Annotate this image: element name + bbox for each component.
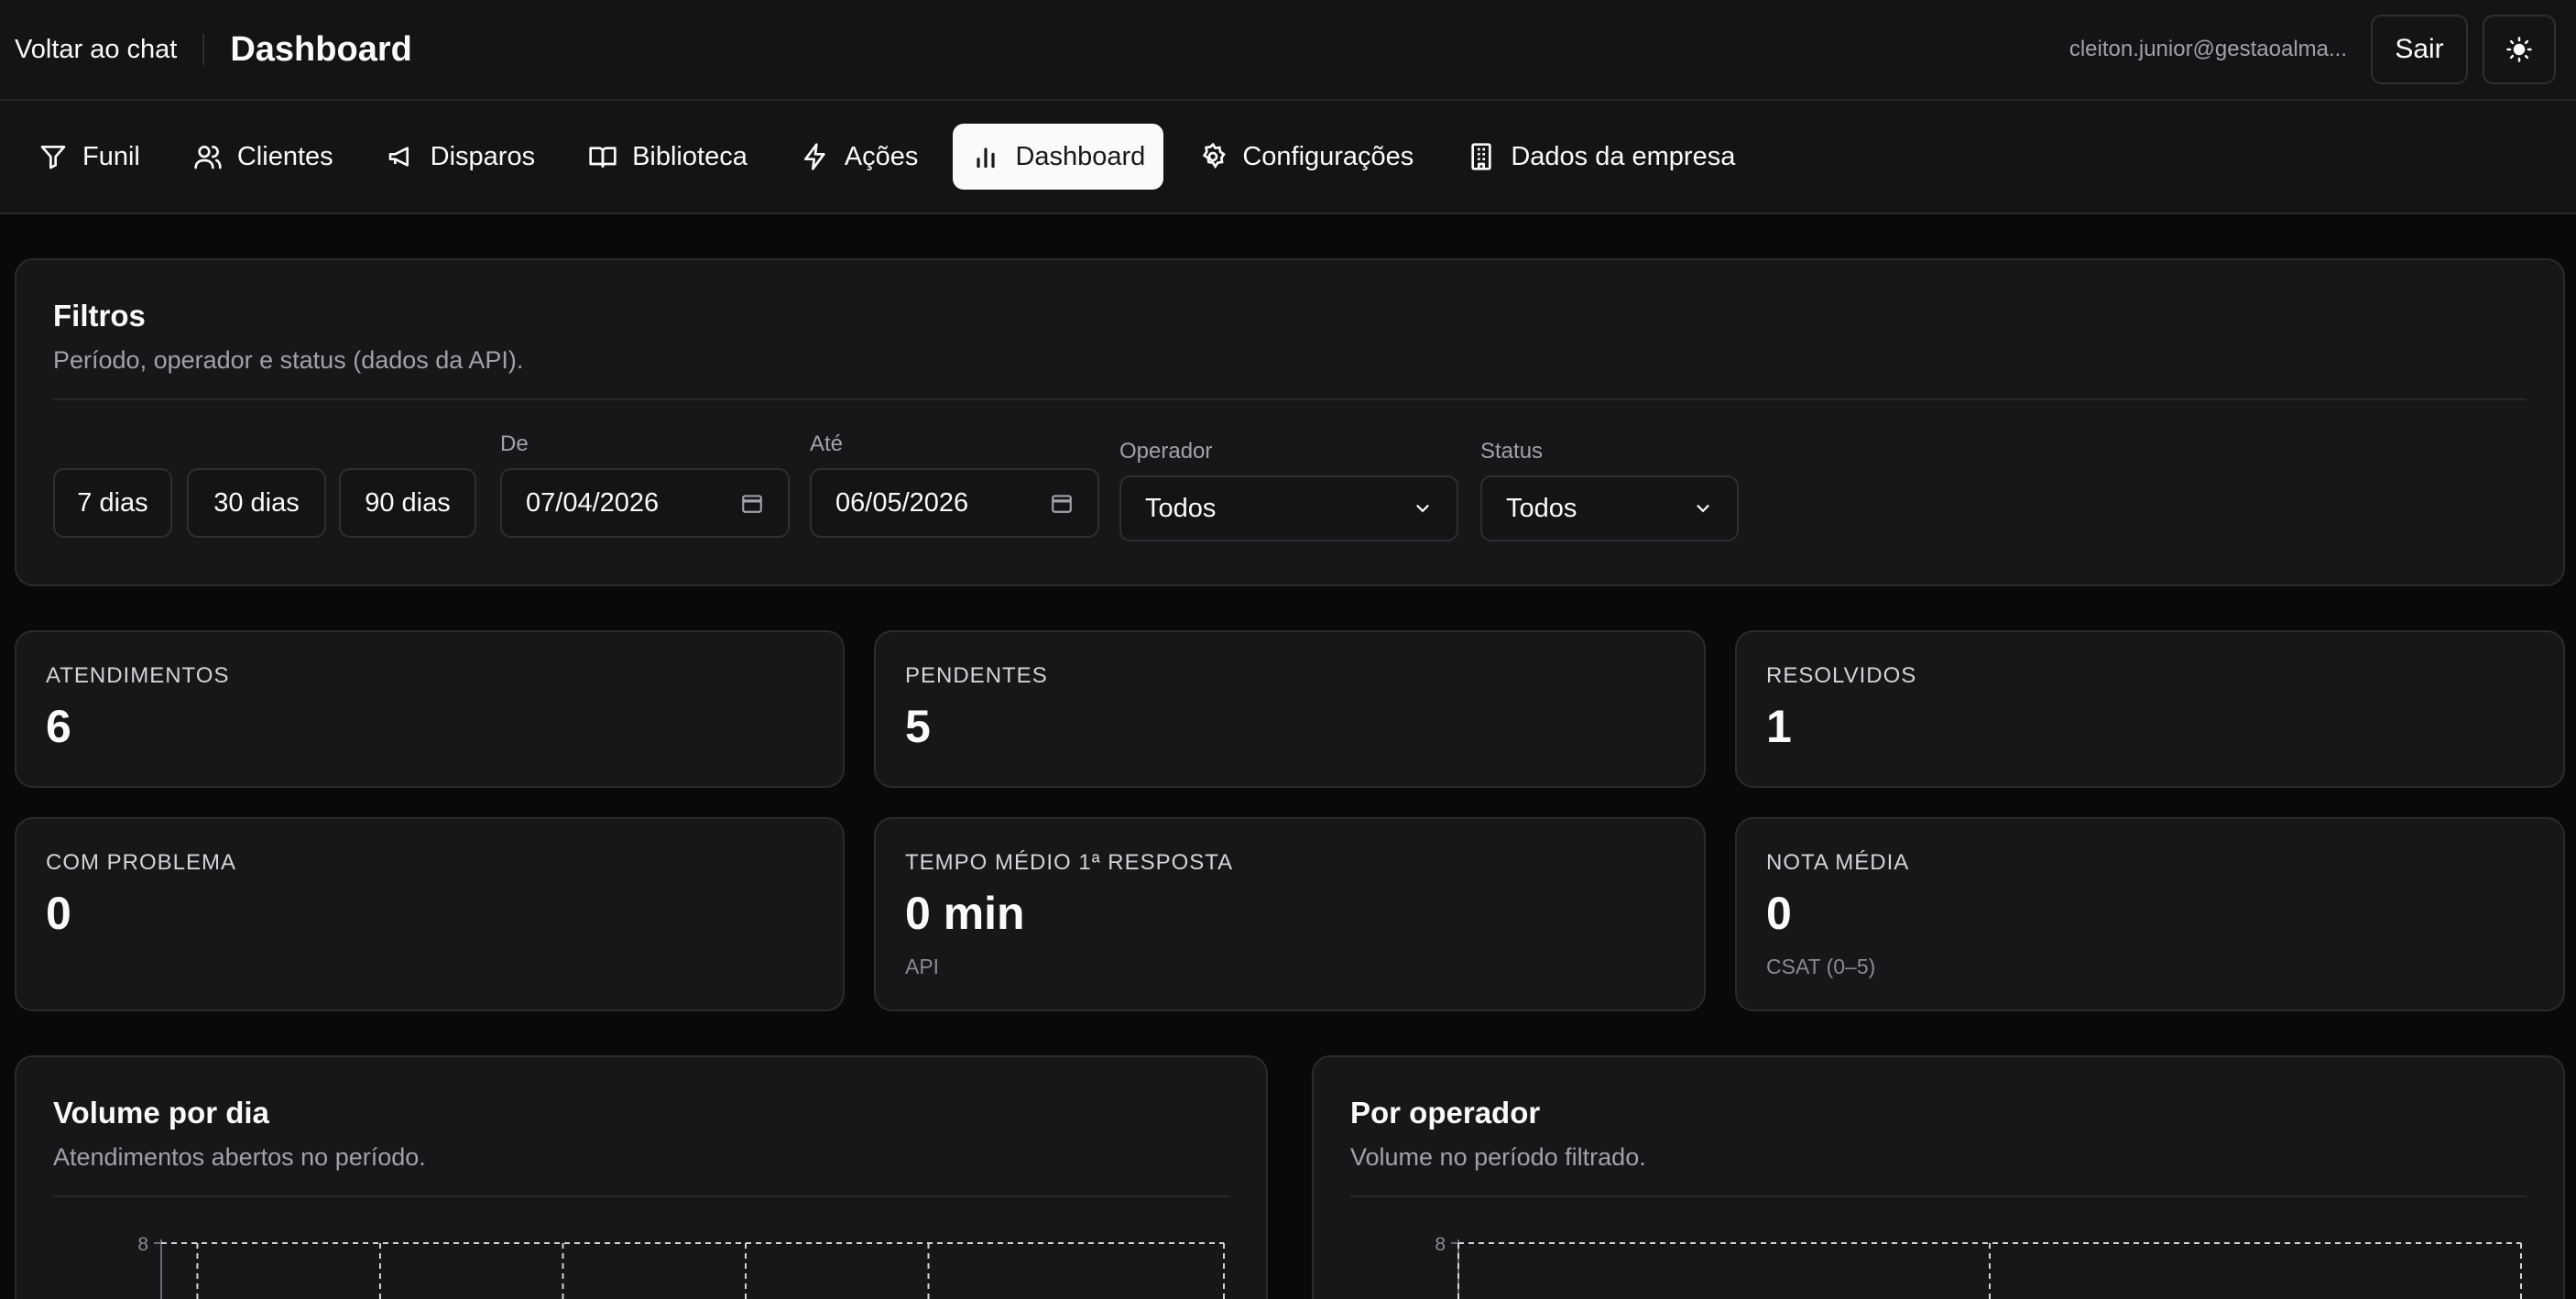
tab-label: Clientes [236, 141, 333, 171]
operator-chart-title: Por operador [1350, 1096, 1541, 1130]
logout-button[interactable]: Sair [2371, 15, 2468, 84]
volume-chart: 8 [137, 1234, 1225, 1299]
bolt-icon [803, 143, 825, 170]
stat-value: 5 [905, 701, 931, 752]
filters-title: Filtros [53, 299, 146, 333]
stat-note: CSAT (0–5) [1766, 955, 1876, 978]
chevron-down-icon [1693, 498, 1713, 519]
tab-label: Ações [844, 141, 919, 171]
status-label: Status [1480, 439, 1544, 464]
stat-card-nota-media: NOTA MÉDIA 0 CSAT (0–5) [1735, 817, 2565, 1011]
operator-select[interactable]: Todos [1119, 475, 1458, 541]
to-date-value: 06/05/2026 [835, 487, 969, 518]
to-date-input[interactable]: 06/05/2026 [810, 468, 1099, 538]
stat-note: API [905, 955, 940, 978]
to-date-label: Até [810, 431, 844, 456]
megaphone-icon [388, 147, 409, 167]
book-icon [589, 147, 617, 168]
calendar-icon[interactable] [1050, 491, 1074, 515]
status-select-value: Todos [1506, 493, 1577, 523]
operator-chart-card: Por operador Volume no período filtrado.… [1312, 1055, 2565, 1299]
tab-label: Dados da empresa [1511, 141, 1736, 171]
filters-row: 7 dias 30 dias 90 dias De 07/04/2026 Até… [53, 400, 2527, 541]
theme-toggle-button[interactable] [2483, 15, 2556, 84]
operator-chart-subtitle: Volume no período filtrado. [1350, 1143, 1646, 1171]
from-date-input[interactable]: 07/04/2026 [500, 468, 790, 538]
gear-icon [1203, 142, 1227, 169]
stat-card-pendentes: PENDENTES 5 [874, 630, 1706, 788]
chevron-down-icon [1413, 498, 1433, 519]
volume-chart-subtitle: Atendimentos abertos no período. [53, 1143, 426, 1171]
stat-card-resolvidos: RESOLVIDOS 1 [1735, 630, 2565, 788]
stat-value: 1 [1766, 701, 1792, 752]
tab-label: Funil [82, 141, 140, 171]
stat-value: 0 [1766, 888, 1792, 939]
header-divider [202, 34, 205, 65]
stat-label: COM PROBLEMA [46, 850, 237, 875]
from-date-value: 07/04/2026 [526, 487, 660, 518]
tab-label: Dashboard [1015, 141, 1146, 171]
user-email: cleiton.junior@gestaoalma... [2068, 37, 2347, 61]
sun-icon [2506, 37, 2532, 62]
building-icon [1471, 143, 1491, 170]
volume-chart-title: Volume por dia [53, 1096, 269, 1130]
page-title: Dashboard [230, 29, 412, 69]
calendar-icon[interactable] [740, 491, 764, 515]
back-to-chat-link[interactable]: Voltar ao chat [15, 35, 177, 65]
stat-label: RESOLVIDOS [1766, 663, 1917, 688]
main-nav: Funil Clientes Disparos Biblioteca Ações… [0, 101, 2576, 214]
bar-chart-icon [977, 147, 996, 169]
y-tick-label: 8 [1435, 1234, 1446, 1255]
y-tick-label: 8 [137, 1234, 148, 1255]
stat-card-tempo-medio: TEMPO MÉDIO 1ª RESPOSTA 0 min API [874, 817, 1706, 1011]
stat-card-atendimentos: ATENDIMENTOS 6 [15, 630, 845, 788]
tab-label: Configurações [1242, 141, 1414, 171]
status-select[interactable]: Todos [1480, 475, 1739, 541]
filters-card: Filtros Período, operador e status (dado… [15, 258, 2565, 586]
tab-clientes[interactable]: Clientes [175, 124, 352, 190]
tab-label: Disparos [430, 141, 536, 171]
header-actions: cleiton.junior@gestaoalma... Sair [2069, 15, 2561, 84]
stat-label: PENDENTES [905, 663, 1048, 688]
stat-value: 0 [46, 888, 71, 939]
operator-chart: 8 [1435, 1234, 2522, 1299]
tab-biblioteca[interactable]: Biblioteca [570, 124, 766, 190]
tab-dados-da-empresa[interactable]: Dados da empresa [1448, 124, 1753, 190]
tab-funil[interactable]: Funil [20, 124, 158, 190]
stat-value: 6 [46, 701, 71, 752]
from-date-label: De [500, 431, 529, 456]
users-icon [194, 146, 222, 169]
tab-configuracoes[interactable]: Configurações [1180, 124, 1432, 190]
tab-label: Biblioteca [632, 141, 748, 171]
preset-30-days-button[interactable]: 30 dias [187, 468, 326, 538]
top-header: Voltar ao chat Dashboard cleiton.junior@… [0, 0, 2576, 101]
tab-disparos[interactable]: Disparos [368, 124, 553, 190]
stat-label: TEMPO MÉDIO 1ª RESPOSTA [905, 850, 1234, 875]
tab-dashboard[interactable]: Dashboard [953, 124, 1164, 190]
operator-select-value: Todos [1145, 493, 1217, 523]
preset-7-days-button[interactable]: 7 dias [53, 468, 172, 538]
stat-label: NOTA MÉDIA [1766, 850, 1910, 875]
stat-card-com-problema: COM PROBLEMA 0 [15, 817, 845, 1011]
preset-90-days-button[interactable]: 90 dias [339, 468, 476, 538]
stat-value: 0 min [905, 888, 1025, 939]
volume-chart-card: Volume por dia Atendimentos abertos no p… [15, 1055, 1268, 1299]
operator-label: Operador [1119, 439, 1213, 464]
stat-label: ATENDIMENTOS [46, 663, 230, 688]
filters-subtitle: Período, operador e status (dados da API… [53, 346, 524, 374]
tab-acoes[interactable]: Ações [782, 124, 937, 190]
funnel-icon [40, 146, 66, 169]
